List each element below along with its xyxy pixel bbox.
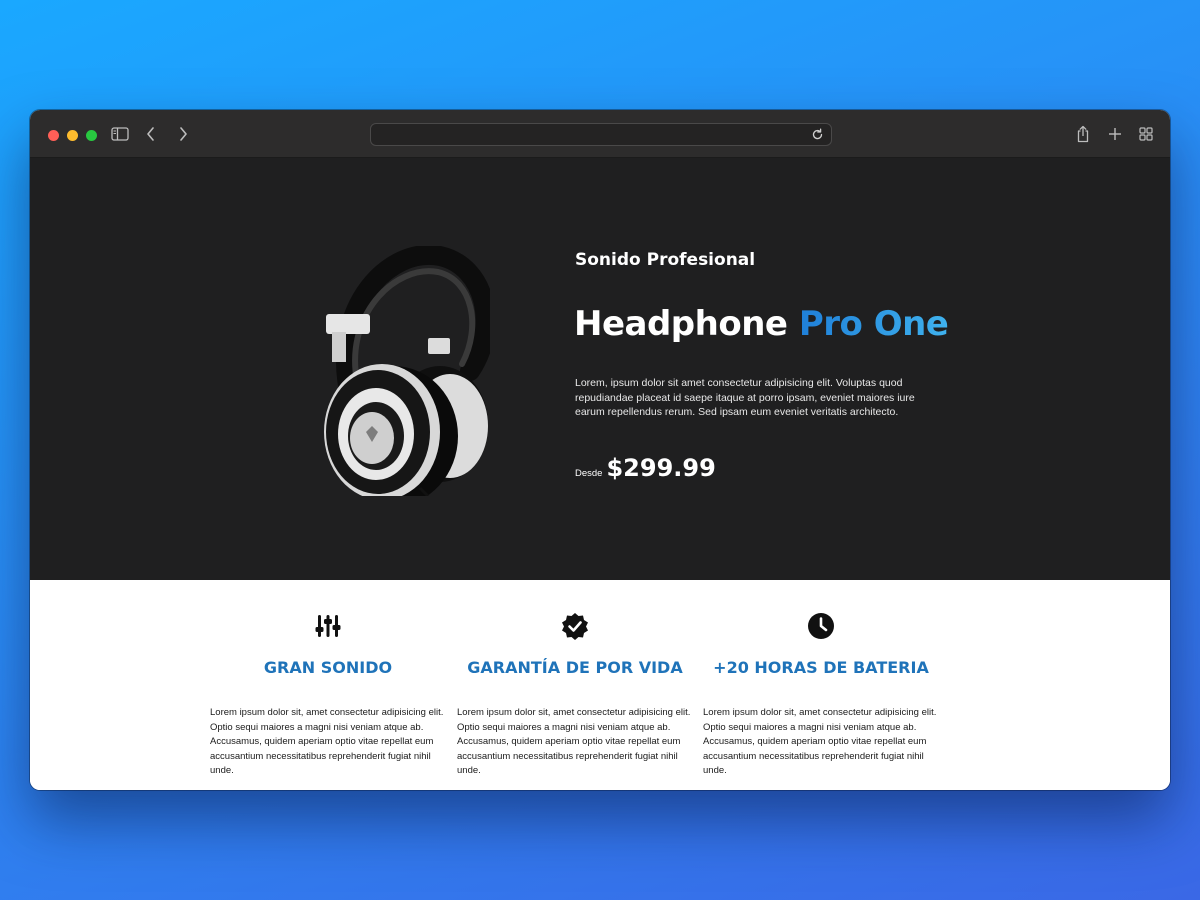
price-row: Desde $299.99 bbox=[575, 454, 716, 482]
reload-icon[interactable] bbox=[810, 127, 825, 142]
browser-toolbar bbox=[30, 110, 1170, 158]
hero-section: Sonido Profesional Headphone Pro One Lor… bbox=[30, 158, 1170, 580]
feature-title: GRAN SONIDO bbox=[263, 658, 393, 677]
product-title-main: Headphone bbox=[574, 304, 788, 344]
verified-badge-icon bbox=[562, 613, 588, 640]
feature-title: GARANTÍA DE POR VIDA bbox=[467, 658, 683, 677]
feature-text: Lorem ipsum dolor sit, amet consectetur … bbox=[210, 707, 444, 776]
product-title-accent: Pro One bbox=[798, 304, 949, 344]
share-icon[interactable] bbox=[1073, 124, 1093, 144]
headphone-image bbox=[324, 246, 490, 496]
price-label: Desde bbox=[575, 468, 603, 479]
close-window-button[interactable] bbox=[48, 130, 59, 141]
address-bar[interactable] bbox=[370, 123, 832, 146]
hero-eyebrow: Sonido Profesional bbox=[575, 250, 756, 270]
price-value: $299.99 bbox=[606, 454, 716, 482]
feature-text: Lorem ipsum dolor sit, amet consectetur … bbox=[457, 707, 691, 776]
product-title: Headphone Pro One bbox=[574, 304, 949, 344]
browser-window: Sonido Profesional Headphone Pro One Lor… bbox=[30, 110, 1170, 790]
feature-title: +20 HORAS DE BATERIA bbox=[713, 658, 929, 677]
product-description: Lorem, ipsum dolor sit amet consectetur … bbox=[575, 377, 915, 418]
clock-icon bbox=[808, 613, 834, 639]
features-section: GRAN SONIDO Lorem ipsum dolor sit, amet … bbox=[30, 580, 1170, 790]
maximize-window-button[interactable] bbox=[86, 130, 97, 141]
back-arrow-icon[interactable] bbox=[141, 124, 161, 144]
minimize-window-button[interactable] bbox=[67, 130, 78, 141]
sliders-icon bbox=[315, 615, 341, 637]
forward-arrow-icon[interactable] bbox=[173, 124, 193, 144]
tab-overview-icon[interactable] bbox=[1136, 124, 1156, 144]
window-controls bbox=[48, 130, 97, 141]
sidebar-icon[interactable] bbox=[110, 124, 130, 144]
new-tab-icon[interactable] bbox=[1105, 124, 1125, 144]
feature-text: Lorem ipsum dolor sit, amet consectetur … bbox=[703, 707, 937, 776]
